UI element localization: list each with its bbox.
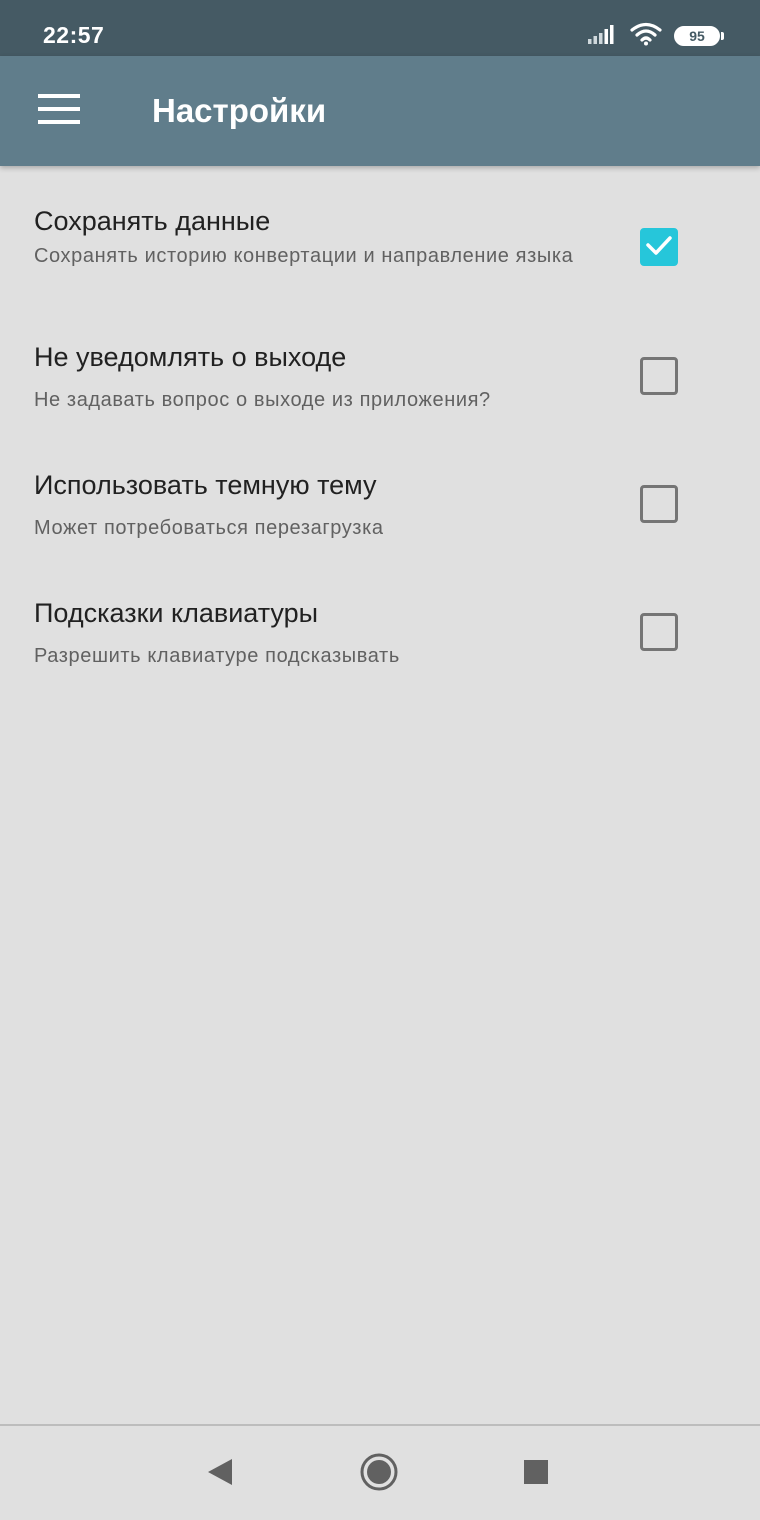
setting-title: Использовать темную тему [34, 470, 377, 500]
settings-screen: 22:57 95 Настройки Сохранять данные Сохр… [0, 0, 760, 1520]
setting-title: Не уведомлять о выходе [34, 342, 347, 372]
status-bar: 22:57 95 [0, 0, 760, 56]
status-time: 22:57 [43, 22, 105, 48]
setting-summary: Разрешить клавиатуре подсказывать [34, 645, 400, 667]
recents-button[interactable] [508, 1446, 564, 1502]
back-button[interactable] [192, 1446, 248, 1502]
no-exit-prompt-checkbox[interactable] [640, 357, 678, 395]
battery-icon: 95 [674, 26, 724, 46]
setting-dark-theme[interactable]: Использовать темную тему Может потребова… [0, 428, 760, 556]
recents-icon [523, 1459, 549, 1490]
dark-theme-checkbox[interactable] [640, 485, 678, 523]
page-title: Настройки [152, 92, 327, 129]
setting-no-exit-prompt[interactable]: Не уведомлять о выходе Не задавать вопро… [0, 300, 760, 428]
setting-summary: Не задавать вопрос о выходе из приложени… [34, 389, 491, 411]
save-data-checkbox[interactable] [640, 228, 678, 266]
app-bar: Настройки [0, 56, 760, 166]
battery-tip [721, 32, 724, 40]
battery-level: 95 [689, 28, 705, 44]
hamburger-menu-icon [38, 93, 80, 129]
setting-save-data[interactable]: Сохранять данные Сохранять историю конве… [0, 166, 760, 300]
setting-summary: Сохранять историю конвертации и направле… [34, 245, 574, 267]
setting-summary: Может потребоваться перезагрузка [34, 517, 384, 539]
menu-button[interactable] [26, 83, 92, 139]
signal-icon [588, 24, 618, 49]
keyboard-suggestions-checkbox[interactable] [640, 613, 678, 651]
status-icons: 95 [588, 22, 724, 51]
home-icon [359, 1452, 399, 1497]
home-button[interactable] [351, 1446, 407, 1502]
setting-title: Сохранять данные [34, 206, 271, 236]
navigation-bar [0, 1424, 760, 1520]
checkmark-icon [645, 234, 673, 261]
back-icon [206, 1457, 234, 1492]
setting-keyboard-suggestions[interactable]: Подсказки клавиатуры Разрешить клавиатур… [0, 556, 760, 684]
wifi-icon [630, 22, 662, 51]
setting-title: Подсказки клавиатуры [34, 598, 319, 628]
